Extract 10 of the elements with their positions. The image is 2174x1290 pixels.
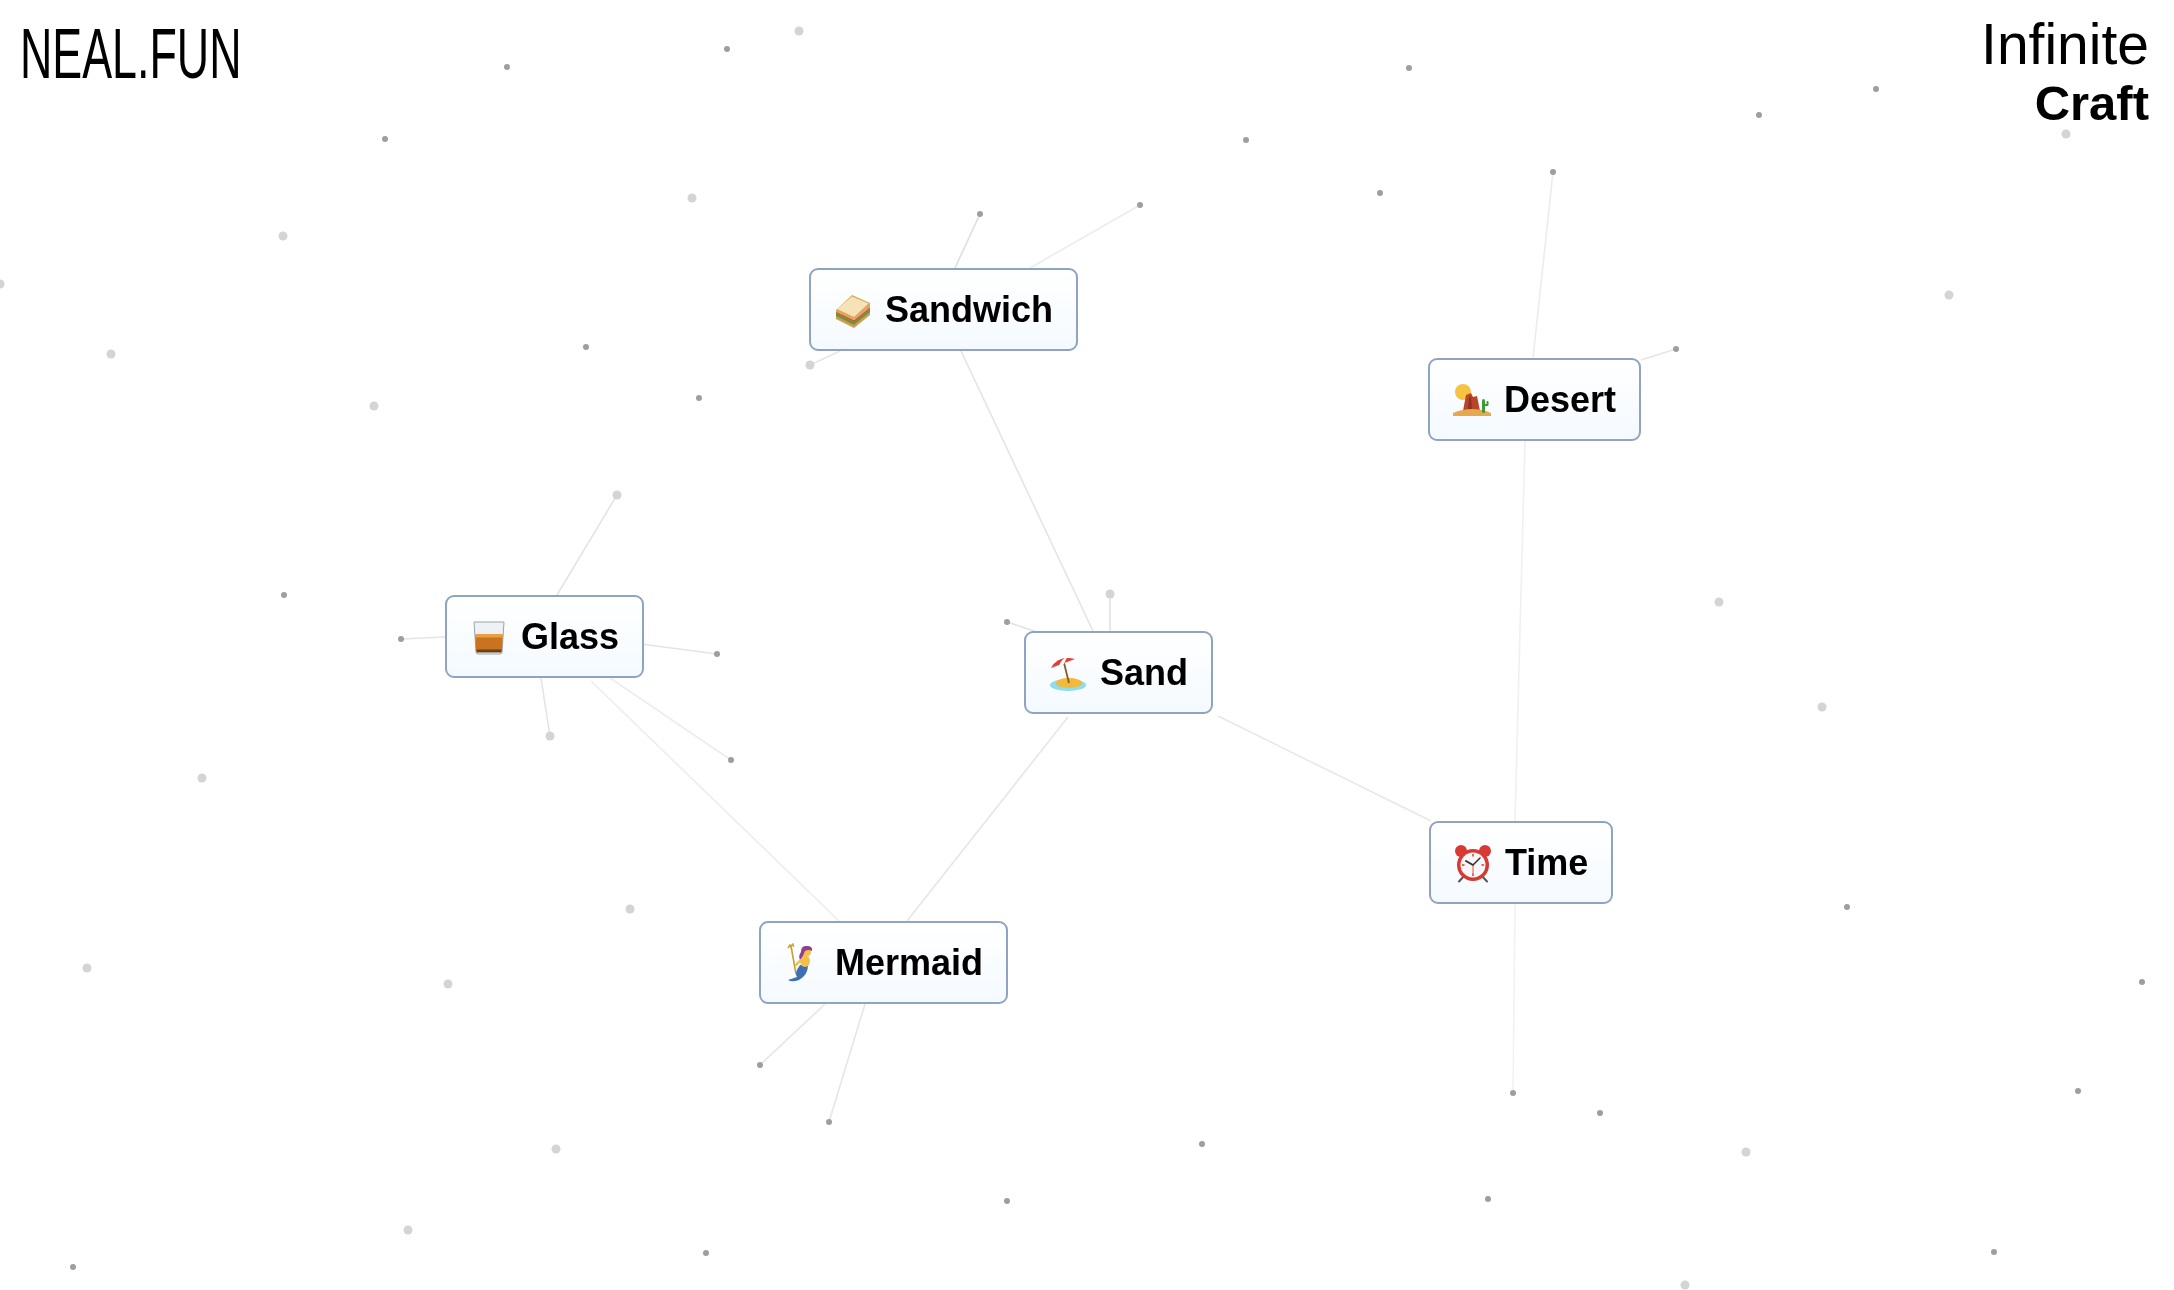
site-logo-link[interactable]: NEAL.FUN <box>20 19 242 89</box>
logo-title: Infinite <box>1981 16 2149 73</box>
logo-title: Craft <box>2034 79 2149 128</box>
element-tile[interactable]: Glass <box>445 595 645 678</box>
element-tile[interactable]: Sandwich <box>809 268 1079 351</box>
element-tile[interactable]: Desert <box>1428 358 1642 441</box>
element-tile[interactable]: Time <box>1429 821 1614 904</box>
alarm-clock-icon <box>1453 842 1493 883</box>
element-tile[interactable]: Mermaid <box>759 921 1009 1004</box>
element-tile[interactable]: Sand <box>1024 631 1213 714</box>
